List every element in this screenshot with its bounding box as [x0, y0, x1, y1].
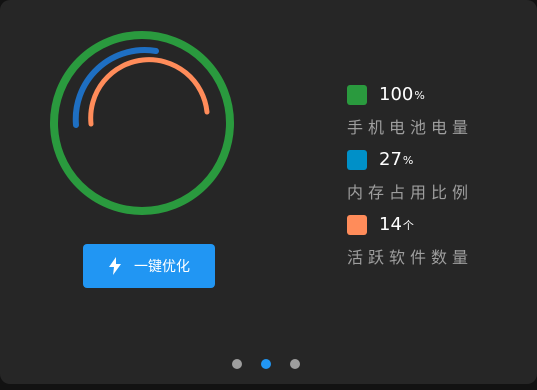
page-dot-3[interactable]	[290, 359, 300, 369]
page-indicator	[232, 359, 319, 369]
optimize-button-label: 一键优化	[134, 259, 190, 275]
memory-value: 27	[379, 149, 402, 170]
optimize-button[interactable]: 一键优化	[83, 244, 215, 288]
legend-item-apps: 14 个 活跃软件数量	[347, 215, 473, 268]
battery-value: 100	[379, 84, 414, 105]
battery-swatch	[347, 85, 367, 105]
legend-item-memory: 27 % 内存占用比例	[347, 150, 473, 203]
apps-unit: 个	[402, 219, 414, 232]
apps-arc	[88, 57, 210, 127]
battery-label: 手机电池电量	[347, 118, 474, 137]
stats-card: 一键优化 100 % 手机电池电量 27 % 内存占用比例 14 个 活跃软件数…	[0, 0, 537, 384]
legend-item-battery: 100 % 手机电池电量	[347, 85, 473, 138]
memory-unit: %	[402, 153, 414, 167]
page-dot-2[interactable]	[261, 359, 271, 369]
gauge-chart	[50, 31, 234, 215]
apps-swatch	[347, 215, 367, 235]
apps-label: 活跃软件数量	[347, 248, 474, 267]
memory-swatch	[347, 150, 367, 170]
battery-unit: %	[414, 88, 425, 102]
memory-label: 内存占用比例	[347, 183, 474, 202]
status-gauge	[50, 27, 250, 227]
page-dot-1[interactable]	[232, 359, 242, 369]
lightning-bolt-icon	[109, 257, 121, 275]
apps-value: 14	[379, 214, 402, 235]
